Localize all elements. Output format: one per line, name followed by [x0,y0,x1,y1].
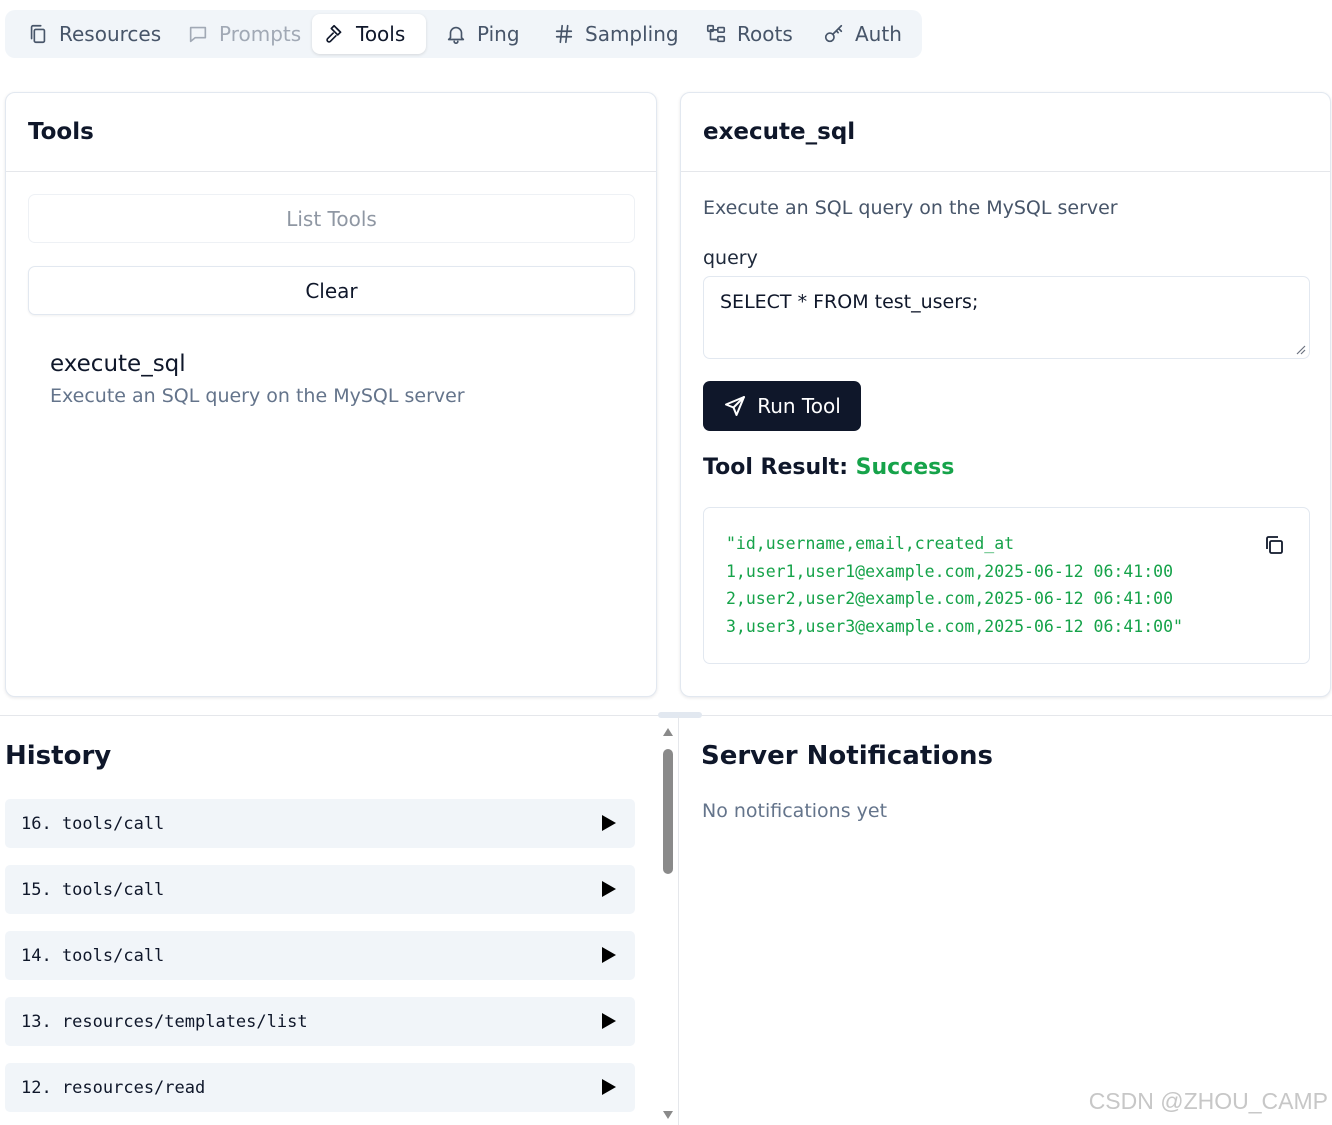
tab-prompts[interactable]: Prompts [175,14,313,54]
history-scrollbar[interactable] [660,724,676,1120]
tool-detail-description: Execute an SQL query on the MySQL server [703,197,1118,219]
notifications-empty-text: No notifications yet [702,800,888,822]
history-item-label: 12. resources/read [21,1077,206,1098]
scrollbar-thumb[interactable] [663,749,673,874]
history-title: History [5,741,112,771]
hash-icon [555,24,573,44]
result-status: Success [855,455,955,480]
resize-handle[interactable] [658,712,702,718]
query-label: query [703,247,758,269]
tab-tools[interactable]: Tools [312,14,426,54]
tool-result-heading: Tool Result: Success [703,455,954,480]
history-item-label: 16. tools/call [21,813,165,834]
run-tool-button[interactable]: Run Tool [703,381,861,431]
tab-label: Sampling [585,22,679,46]
expand-arrow-icon [602,815,616,831]
tab-label: Prompts [219,22,302,46]
key-icon [824,24,843,43]
history-item[interactable]: 13. resources/templates/list [5,997,635,1046]
result-label: Tool Result: [703,455,848,480]
history-item-label: 15. tools/call [21,879,165,900]
send-icon [725,396,746,416]
query-textarea[interactable]: SELECT * FROM test_users; [703,276,1310,359]
watermark: CSDN @ZHOU_CAMP [1088,1088,1328,1114]
hammer-icon [326,24,342,43]
vertical-divider [678,716,679,1125]
list-tools-button[interactable]: List Tools [28,194,635,243]
expand-arrow-icon [602,881,616,897]
history-item[interactable]: 16. tools/call [5,799,635,848]
tool-name: execute_sql [50,351,186,377]
tool-detail-title: execute_sql [681,93,1330,172]
tab-label: Roots [737,22,793,46]
tool-list-item[interactable]: execute_sql Execute an SQL query on the … [50,351,465,407]
notifications-title: Server Notifications [701,741,994,771]
bell-icon [447,26,465,44]
scroll-up-arrow-icon[interactable] [662,727,674,737]
tool-detail-panel: execute_sql Execute an SQL query on the … [680,92,1331,697]
tab-auth[interactable]: Auth [811,14,914,54]
expand-arrow-icon [602,1079,616,1095]
run-tool-label: Run Tool [757,394,841,418]
tab-ping[interactable]: Ping [433,14,532,54]
tab-resources[interactable]: Resources [15,14,173,54]
tool-result-text: "id,username,email,created_at 1,user1,us… [726,534,1183,636]
clear-button[interactable]: Clear [28,266,635,315]
copy-icon[interactable] [1261,532,1287,558]
tab-label: Ping [477,22,520,46]
folder-tree-icon [706,24,726,43]
tool-result-box: "id,username,email,created_at 1,user1,us… [703,507,1310,664]
expand-arrow-icon [602,947,616,963]
query-value: SELECT * FROM test_users; [720,291,979,313]
tab-sampling[interactable]: Sampling [541,14,691,54]
history-item[interactable]: 14. tools/call [5,931,635,980]
scroll-down-arrow-icon[interactable] [662,1110,674,1120]
message-square-icon [189,26,207,43]
expand-arrow-icon [602,1013,616,1029]
files-icon [30,24,46,44]
history-item[interactable]: 15. tools/call [5,865,635,914]
history-item-label: 13. resources/templates/list [21,1011,308,1032]
resize-grip-icon[interactable] [1295,344,1306,355]
history-item[interactable]: 12. resources/read [5,1063,635,1112]
tool-description: Execute an SQL query on the MySQL server [50,385,465,407]
tab-label: Tools [356,22,406,46]
tab-label: Auth [855,22,902,46]
tools-panel-title: Tools [6,93,656,172]
tab-bar: Resources Prompts Tools Ping Sampling Ro… [5,10,922,58]
history-item-label: 14. tools/call [21,945,165,966]
tab-label: Resources [59,22,162,46]
tab-roots[interactable]: Roots [693,14,805,54]
tools-panel: Tools List Tools Clear execute_sql Execu… [5,92,657,697]
